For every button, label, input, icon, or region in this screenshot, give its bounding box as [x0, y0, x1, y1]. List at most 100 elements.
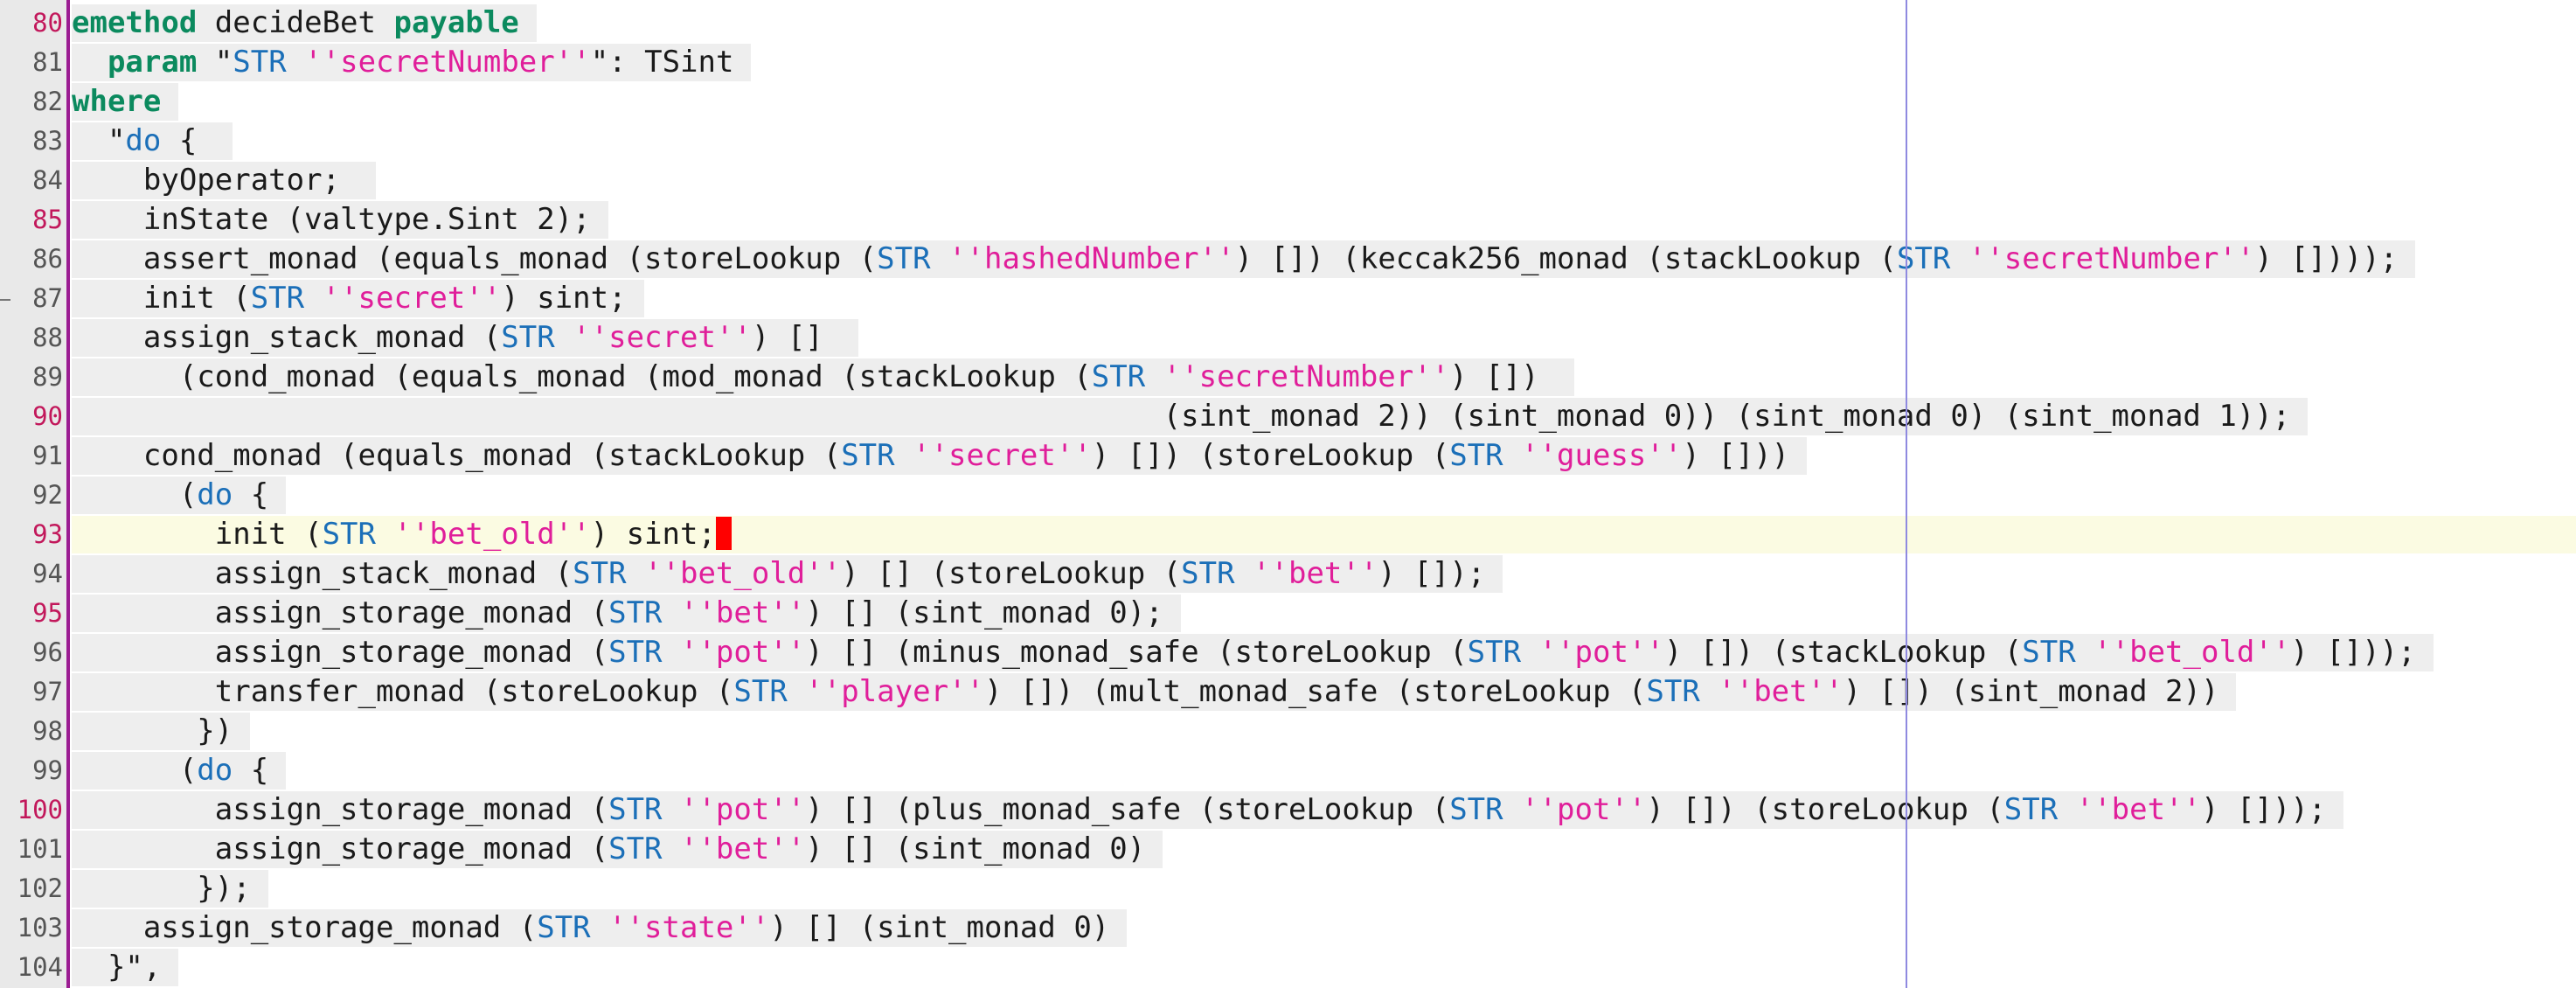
line-number: 85 — [32, 205, 63, 234]
code-token: STR — [233, 45, 287, 80]
code-text-area[interactable]: cond_monad (equals_monad (stackLookup (S… — [72, 437, 1808, 475]
code-line[interactable]: 90 (sint_monad 2)) (sint_monad 0)) (sint… — [0, 397, 2576, 436]
code-line[interactable]: 94 assign_stack_monad (STR ''bet_old'') … — [0, 554, 2576, 594]
code-text-area[interactable]: }); — [72, 870, 268, 908]
code-line[interactable]: 86 assert_monad (equals_monad (storeLook… — [0, 240, 2576, 279]
code-text: inState (valtype.Sint 2); — [72, 201, 608, 239]
code-text-area[interactable]: assert_monad (equals_monad (storeLookup … — [72, 240, 2416, 278]
line-number: 87 — [32, 283, 63, 313]
line-number: 82 — [32, 87, 63, 116]
code-text-area[interactable]: (sint_monad 2)) (sint_monad 0)) (sint_mo… — [72, 398, 2309, 435]
code-text-area[interactable]: assign_stack_monad (STR ''secret'') [] — [72, 319, 859, 357]
code-token: ) []); — [1378, 556, 1486, 591]
code-token: ( — [72, 753, 198, 788]
code-text-area[interactable]: "do { — [72, 122, 233, 160]
code-token: ) []) (stackLookup ( — [1663, 635, 2023, 670]
code-token: STR — [2003, 792, 2059, 827]
code-token: }); — [72, 871, 251, 906]
code-line[interactable]: 93 init (STR ''bet_old'') sint; — [0, 515, 2576, 554]
code-token: ''bet'' — [662, 595, 806, 630]
code-line[interactable]: 85 inState (valtype.Sint 2); — [0, 200, 2576, 240]
code-text-area[interactable]: init (STR ''secret'') sint; — [72, 280, 644, 317]
code-token: ''pot'' — [662, 792, 806, 827]
code-line[interactable]: 102 }); — [0, 869, 2576, 908]
code-text-area[interactable]: assign_storage_monad (STR ''pot'') [] (p… — [72, 791, 2344, 829]
code-token: ) [] (storeLookup ( — [841, 556, 1182, 591]
line-number: 84 — [32, 165, 63, 195]
code-line[interactable]: 95 assign_storage_monad (STR ''bet'') []… — [0, 594, 2576, 633]
code-token: ) [])); — [2200, 792, 2327, 827]
code-text-area[interactable]: init (STR ''bet_old'') sint; — [72, 516, 2576, 553]
line-number: 99 — [32, 755, 63, 785]
code-token: STR — [1091, 359, 1146, 394]
line-number: 95 — [32, 598, 63, 628]
code-text: where — [72, 83, 179, 121]
code-token: cond_monad (equals_monad (stackLookup ( — [72, 438, 842, 473]
code-token: }) — [72, 713, 233, 748]
code-text-area[interactable]: assign_storage_monad (STR ''state'') [] … — [72, 909, 1128, 947]
code-line[interactable]: 88 assign_stack_monad (STR ''secret'') [… — [0, 318, 2576, 358]
code-text-area[interactable]: }", — [72, 949, 179, 986]
code-token: ''bet'' — [1699, 674, 1843, 709]
code-text: assign_storage_monad (STR ''bet'') [] (s… — [72, 595, 1181, 632]
code-text-area[interactable]: param "STR ''secretNumber''": TSint — [72, 44, 752, 81]
code-token: ''pot'' — [662, 635, 806, 670]
code-line[interactable]: 92 (do { — [0, 476, 2576, 515]
code-line[interactable]: 103 assign_storage_monad (STR ''state'')… — [0, 908, 2576, 948]
code-line[interactable]: 87 init (STR ''secret'') sint; — [0, 279, 2576, 318]
code-line[interactable]: 81 param "STR ''secretNumber''": TSint — [0, 43, 2576, 82]
code-line[interactable]: 96 assign_storage_monad (STR ''pot'') []… — [0, 633, 2576, 672]
code-line[interactable]: 99 (do { — [0, 751, 2576, 790]
line-number: 81 — [32, 47, 63, 77]
code-text-area[interactable]: }) — [72, 713, 251, 750]
code-token: ''secretNumber'' — [1950, 241, 2255, 276]
code-token: ) sint; — [590, 517, 716, 552]
code-text-area[interactable]: assign_stack_monad (STR ''bet_old'') [] … — [72, 555, 1503, 593]
code-token: STR — [1467, 635, 1522, 670]
code-token: assign_stack_monad ( — [72, 556, 573, 591]
code-text-area[interactable]: assign_storage_monad (STR ''pot'') [] (m… — [72, 634, 2434, 671]
code-line[interactable]: 91 cond_monad (equals_monad (stackLookup… — [0, 436, 2576, 476]
code-text: assert_monad (equals_monad (storeLookup … — [72, 240, 2416, 278]
code-line[interactable]: 104 }", — [0, 948, 2576, 987]
code-token: byOperator; — [72, 163, 358, 198]
code-token: ''bet_old'' — [2075, 635, 2291, 670]
code-line[interactable]: 98 }) — [0, 712, 2576, 751]
code-text-area[interactable]: assign_storage_monad (STR ''bet'') [] (s… — [72, 595, 1181, 632]
code-token: ) [] — [751, 320, 842, 355]
code-text-area[interactable]: (cond_monad (equals_monad (mod_monad (st… — [72, 358, 1575, 396]
code-token: ) []) (storeLookup ( — [1646, 792, 2004, 827]
code-line[interactable]: 97 transfer_monad (storeLookup (STR ''pl… — [0, 672, 2576, 712]
code-line[interactable]: 82 where — [0, 82, 2576, 122]
code-line[interactable]: 84 byOperator; — [0, 161, 2576, 200]
line-number: 98 — [32, 716, 63, 746]
code-token: STR — [1181, 556, 1235, 591]
code-line[interactable]: 100 assign_storage_monad (STR ''pot'') [… — [0, 790, 2576, 830]
code-text-area[interactable]: inState (valtype.Sint 2); — [72, 201, 608, 239]
code-text-area[interactable]: (do { — [72, 477, 287, 514]
code-token: ) [])); — [2290, 635, 2416, 670]
code-editor[interactable]: 80 emethod decideBet payable 81 param "STR… — [0, 0, 2576, 988]
code-line[interactable]: 80 emethod decideBet payable — [0, 3, 2576, 43]
code-text-area[interactable]: assign_storage_monad (STR ''bet'') [] (s… — [72, 831, 1163, 868]
code-token: do — [197, 477, 233, 512]
code-token: STR — [733, 674, 788, 709]
code-line[interactable]: 83 "do { — [0, 122, 2576, 161]
code-token: init ( — [72, 517, 323, 552]
code-text-area[interactable]: transfer_monad (storeLookup (STR ''playe… — [72, 673, 2237, 711]
code-token: ) [] (sint_monad 0); — [805, 595, 1163, 630]
code-token: ) []) (keccak256_monad (stackLookup ( — [1234, 241, 1897, 276]
code-text-area[interactable]: (do { — [72, 752, 287, 790]
code-token: STR — [573, 556, 627, 591]
code-token: ''guess'' — [1503, 438, 1683, 473]
line-number: 88 — [32, 323, 63, 352]
code-text-area[interactable]: emethod decideBet payable — [72, 4, 537, 42]
code-token: STR — [608, 595, 663, 630]
line-number: 93 — [32, 519, 63, 549]
code-text-area[interactable]: byOperator; — [72, 162, 376, 199]
code-token: ) [])) — [1682, 438, 1790, 473]
code-line[interactable]: 101 assign_storage_monad (STR ''bet'') [… — [0, 830, 2576, 869]
code-token: ) [] (minus_monad_safe (storeLookup ( — [805, 635, 1468, 670]
code-text-area[interactable]: where — [72, 83, 179, 121]
code-line[interactable]: 89 (cond_monad (equals_monad (mod_monad … — [0, 358, 2576, 397]
